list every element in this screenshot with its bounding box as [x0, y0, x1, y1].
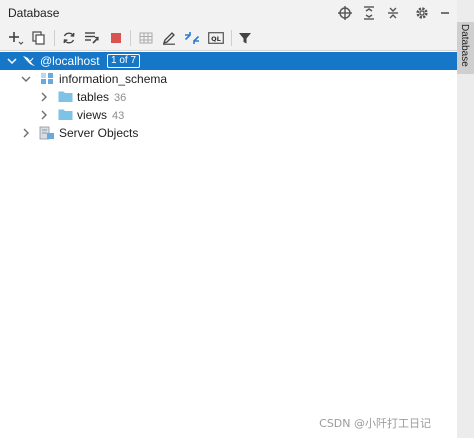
table-editor-icon[interactable]	[138, 30, 154, 46]
chevron-down-icon[interactable]	[7, 56, 17, 66]
database-tool-window: Database QL @localhost 1 of 7 informatio…	[0, 0, 458, 438]
chevron-down-icon[interactable]	[21, 74, 31, 84]
schema-sync-icon[interactable]	[84, 30, 100, 46]
database-toolbar: QL	[0, 26, 457, 51]
filter-icon[interactable]	[237, 30, 253, 46]
side-tab-database[interactable]: Database	[457, 22, 474, 74]
tree-node-server-objects[interactable]: Server Objects	[0, 124, 457, 142]
minimize-icon[interactable]	[437, 5, 453, 21]
chevron-right-icon[interactable]	[39, 92, 49, 102]
tree-node-views[interactable]: views 43	[0, 106, 457, 124]
tool-window-title: Database	[8, 6, 60, 20]
chevron-right-icon[interactable]	[21, 128, 31, 138]
toolbar-separator	[130, 30, 131, 46]
collapse-all-icon[interactable]	[385, 5, 401, 21]
tree-node-information-schema[interactable]: information_schema	[0, 70, 457, 88]
tree-node-count: 36	[114, 92, 127, 104]
right-tool-stripe: Database	[457, 0, 474, 438]
tree-node-label: Server Objects	[59, 126, 139, 140]
tool-window-header: Database	[0, 0, 457, 27]
folder-icon	[58, 108, 73, 124]
tree-node-label: information_schema	[59, 72, 168, 86]
tree-node-text: views 43	[77, 108, 124, 122]
jump-to-source-icon[interactable]	[184, 30, 200, 46]
tree-node-label: views	[77, 108, 108, 122]
edit-icon[interactable]	[161, 30, 177, 46]
stop-icon[interactable]	[108, 30, 124, 46]
tree-node-count: 43	[112, 110, 125, 122]
gear-icon[interactable]	[414, 5, 430, 21]
server-objects-icon	[39, 125, 55, 144]
crosshair-icon[interactable]	[337, 5, 353, 21]
folder-icon	[58, 90, 73, 106]
tree-node-label: tables	[77, 90, 110, 104]
tree-node-tables[interactable]: tables 36	[0, 88, 457, 106]
copy-icon[interactable]	[31, 30, 47, 46]
svg-text:QL: QL	[211, 35, 221, 43]
query-console-icon[interactable]: QL	[208, 30, 224, 46]
toolbar-separator	[231, 30, 232, 46]
object-count-badge: 1 of 7	[107, 54, 141, 68]
toolbar-separator	[54, 30, 55, 46]
side-tab-label: Database	[459, 24, 470, 67]
chevron-right-icon[interactable]	[39, 110, 49, 120]
add-icon[interactable]	[8, 30, 24, 46]
expand-all-icon[interactable]	[361, 5, 377, 21]
watermark-text: CSDN @小阡打工日记	[319, 417, 431, 430]
tree-node-text: tables 36	[77, 90, 126, 104]
tree-node-localhost[interactable]: @localhost 1 of 7	[0, 52, 457, 70]
refresh-icon[interactable]	[61, 30, 77, 46]
tree-node-label: @localhost	[40, 54, 100, 68]
